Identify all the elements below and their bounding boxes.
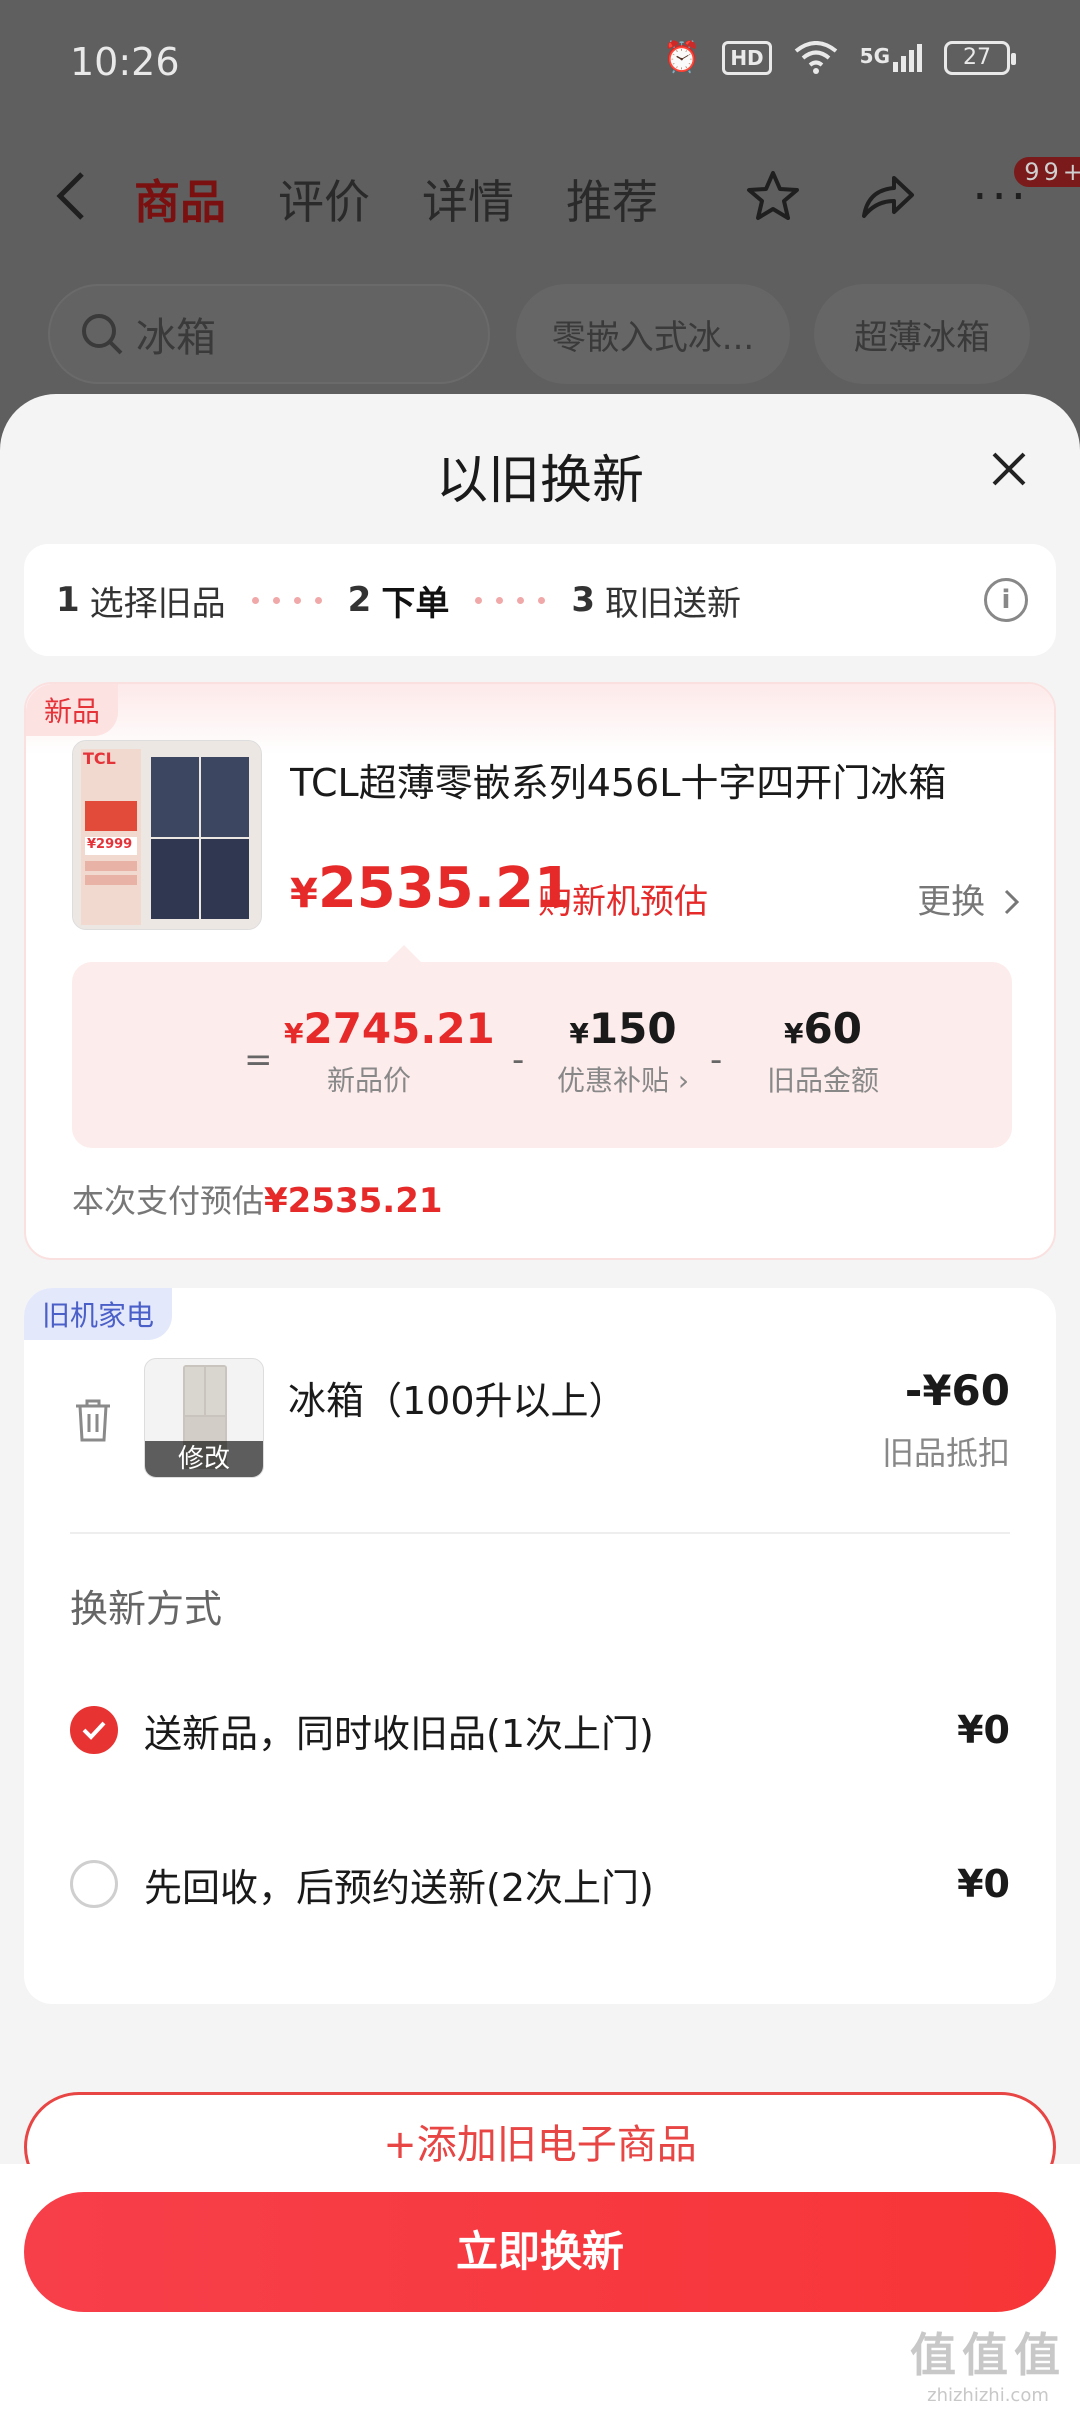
radio-unchecked[interactable] <box>70 1860 118 1908</box>
check-icon <box>82 1721 106 1740</box>
more-icon[interactable]: ··· 99+ <box>972 155 1080 225</box>
step-label: 选择旧品 <box>89 583 226 624</box>
exchange-option-1[interactable]: 送新品，同时收旧品(1次上门) ¥0 <box>70 1700 1010 1760</box>
search-chip-2[interactable]: 超薄冰箱 <box>814 284 1030 384</box>
star-icon[interactable] <box>744 168 802 226</box>
step-number: 3 <box>571 580 596 620</box>
payment-estimate-value: ¥2535.21 <box>264 1181 443 1221</box>
step-label: 下单 <box>381 583 450 624</box>
old-amount-value: ¥60 <box>784 1004 862 1053</box>
alarm-icon: ⏰ <box>662 40 701 75</box>
wifi-icon <box>794 40 837 74</box>
subsidy-label: 优惠补贴 › <box>556 1064 690 1097</box>
new-product-tag: 新品 <box>26 684 119 736</box>
search-input[interactable]: 冰箱 <box>48 284 490 384</box>
battery-icon: 27 <box>944 40 1016 75</box>
nav-actions: ··· 99+ <box>744 155 1080 226</box>
watermark-text: 值值值 <box>910 2328 1066 2382</box>
search-chip-1[interactable]: 零嵌入式冰... <box>516 284 790 384</box>
step-number: 2 <box>347 580 372 620</box>
tab-product[interactable]: 商品 <box>134 166 226 232</box>
new-price-value: ¥2745.21 <box>284 1004 495 1053</box>
subsidy-item[interactable]: ¥150 优惠补贴 › <box>538 1004 708 1099</box>
option-price: ¥0 <box>957 1862 1010 1906</box>
status-bar: 10:26 ⏰ HD 5G 27 <box>0 0 1080 130</box>
step-number: 1 <box>56 580 80 620</box>
price-value: 2535.21 <box>317 856 573 921</box>
product-image[interactable]: TCL ¥2999 <box>72 740 262 930</box>
tab-recommend[interactable]: 推荐 <box>566 166 658 232</box>
trade-in-sheet: 以旧换新 1 选择旧品 2 下单 3 取旧送新 i 新品 TCL ¥2999 T… <box>0 394 1080 2414</box>
step-label: 取旧送新 <box>605 583 742 624</box>
new-price-label: 新品价 <box>326 1064 411 1097</box>
product-title[interactable]: TCL超薄零嵌系列456L十字四开门冰箱 <box>290 752 1010 807</box>
notification-badge: 99+ <box>1012 155 1080 189</box>
option-label: 送新品，同时收旧品(1次上门) <box>144 1711 654 1756</box>
new-product-card: 新品 TCL ¥2999 TCL超薄零嵌系列456L十字四开门冰箱 ¥2535.… <box>24 682 1056 1260</box>
close-icon[interactable] <box>984 444 1034 494</box>
subsidy-value: ¥150 <box>569 1004 677 1053</box>
network-type: 5G <box>859 43 890 68</box>
signal-icon: 5G <box>859 43 922 72</box>
info-icon[interactable]: i <box>984 578 1028 622</box>
search-icon <box>82 314 123 355</box>
change-label: 更换 <box>917 882 986 922</box>
top-nav: 商品 评价 详情 推荐 ··· 99+ <box>0 140 1080 260</box>
divider <box>70 1532 1010 1534</box>
sheet-title: 以旧换新 <box>435 451 644 511</box>
minus-sign: - <box>710 1040 723 1080</box>
step-connector <box>251 596 322 604</box>
search-row: 冰箱 零嵌入式冰... 超薄冰箱 <box>0 284 1080 388</box>
old-appliance-image[interactable]: 修改 <box>144 1358 264 1478</box>
equals-sign: = <box>244 1040 273 1080</box>
watermark-site: zhizhizhi.com <box>927 2385 1049 2406</box>
progress-steps: 1 选择旧品 2 下单 3 取旧送新 i <box>24 544 1056 656</box>
back-icon[interactable] <box>52 168 88 238</box>
exchange-option-2[interactable]: 先回收，后预约送新(2次上门) ¥0 <box>70 1854 1010 1914</box>
product-price: ¥2535.21 <box>290 856 573 921</box>
option-price: ¥0 <box>957 1708 1010 1752</box>
status-icons: ⏰ HD 5G 27 <box>662 40 1016 75</box>
product-image-brand: TCL <box>83 749 116 768</box>
modify-button[interactable]: 修改 <box>145 1441 263 1477</box>
step-connector <box>475 596 546 604</box>
old-appliance-tag: 旧机家电 <box>24 1288 173 1340</box>
nav-tabs: 商品 评价 详情 推荐 <box>134 166 658 232</box>
step-1: 1 选择旧品 <box>56 576 226 625</box>
change-product-link[interactable]: 更换 <box>917 874 1022 923</box>
currency-symbol: ¥ <box>290 871 318 917</box>
old-appliance-amount-label: 旧品抵扣 <box>881 1434 1010 1472</box>
old-amount-item: ¥60 旧品金额 <box>738 1004 908 1099</box>
tab-details[interactable]: 详情 <box>422 166 514 232</box>
option-label: 先回收，后预约送新(2次上门) <box>144 1865 654 1910</box>
price-breakdown: = ¥2745.21 新品价 - ¥150 优惠补贴 › - ¥60 旧品金额 <box>72 962 1012 1148</box>
trade-in-now-button[interactable]: 立即换新 <box>24 2192 1056 2312</box>
exchange-method-title: 换新方式 <box>70 1587 223 1631</box>
minus-sign: - <box>512 1040 525 1080</box>
old-appliance-name: 冰箱（100升以上） <box>288 1379 627 1423</box>
radio-checked[interactable] <box>70 1706 118 1754</box>
old-appliance-amount: -¥60 <box>904 1366 1010 1415</box>
trash-icon[interactable] <box>72 1396 114 1444</box>
status-time: 10:26 <box>70 40 180 84</box>
step-2: 2 下单 <box>348 576 450 625</box>
watermark-logo: 值值值 zhizhizhi.com <box>910 2319 1066 2406</box>
payment-estimate-label: 本次支付预估 <box>72 1182 265 1220</box>
chevron-right-icon <box>1004 889 1020 915</box>
share-icon[interactable] <box>858 168 916 226</box>
price-label: 购新机预估 <box>538 882 708 922</box>
hd-icon: HD <box>722 40 772 75</box>
tab-reviews[interactable]: 评价 <box>278 166 370 232</box>
step-3: 3 取旧送新 <box>571 576 741 625</box>
payment-estimate: 本次支付预估¥2535.21 <box>72 1176 443 1222</box>
old-amount-label: 旧品金额 <box>766 1064 879 1097</box>
new-price-item: ¥2745.21 新品价 <box>284 1004 495 1099</box>
old-appliance-card: 旧机家电 修改 冰箱（100升以上） -¥60 旧品抵扣 换新方式 送新品，同时… <box>24 1288 1056 2004</box>
product-image-price: ¥2999 <box>87 837 133 852</box>
search-placeholder: 冰箱 <box>136 315 216 361</box>
